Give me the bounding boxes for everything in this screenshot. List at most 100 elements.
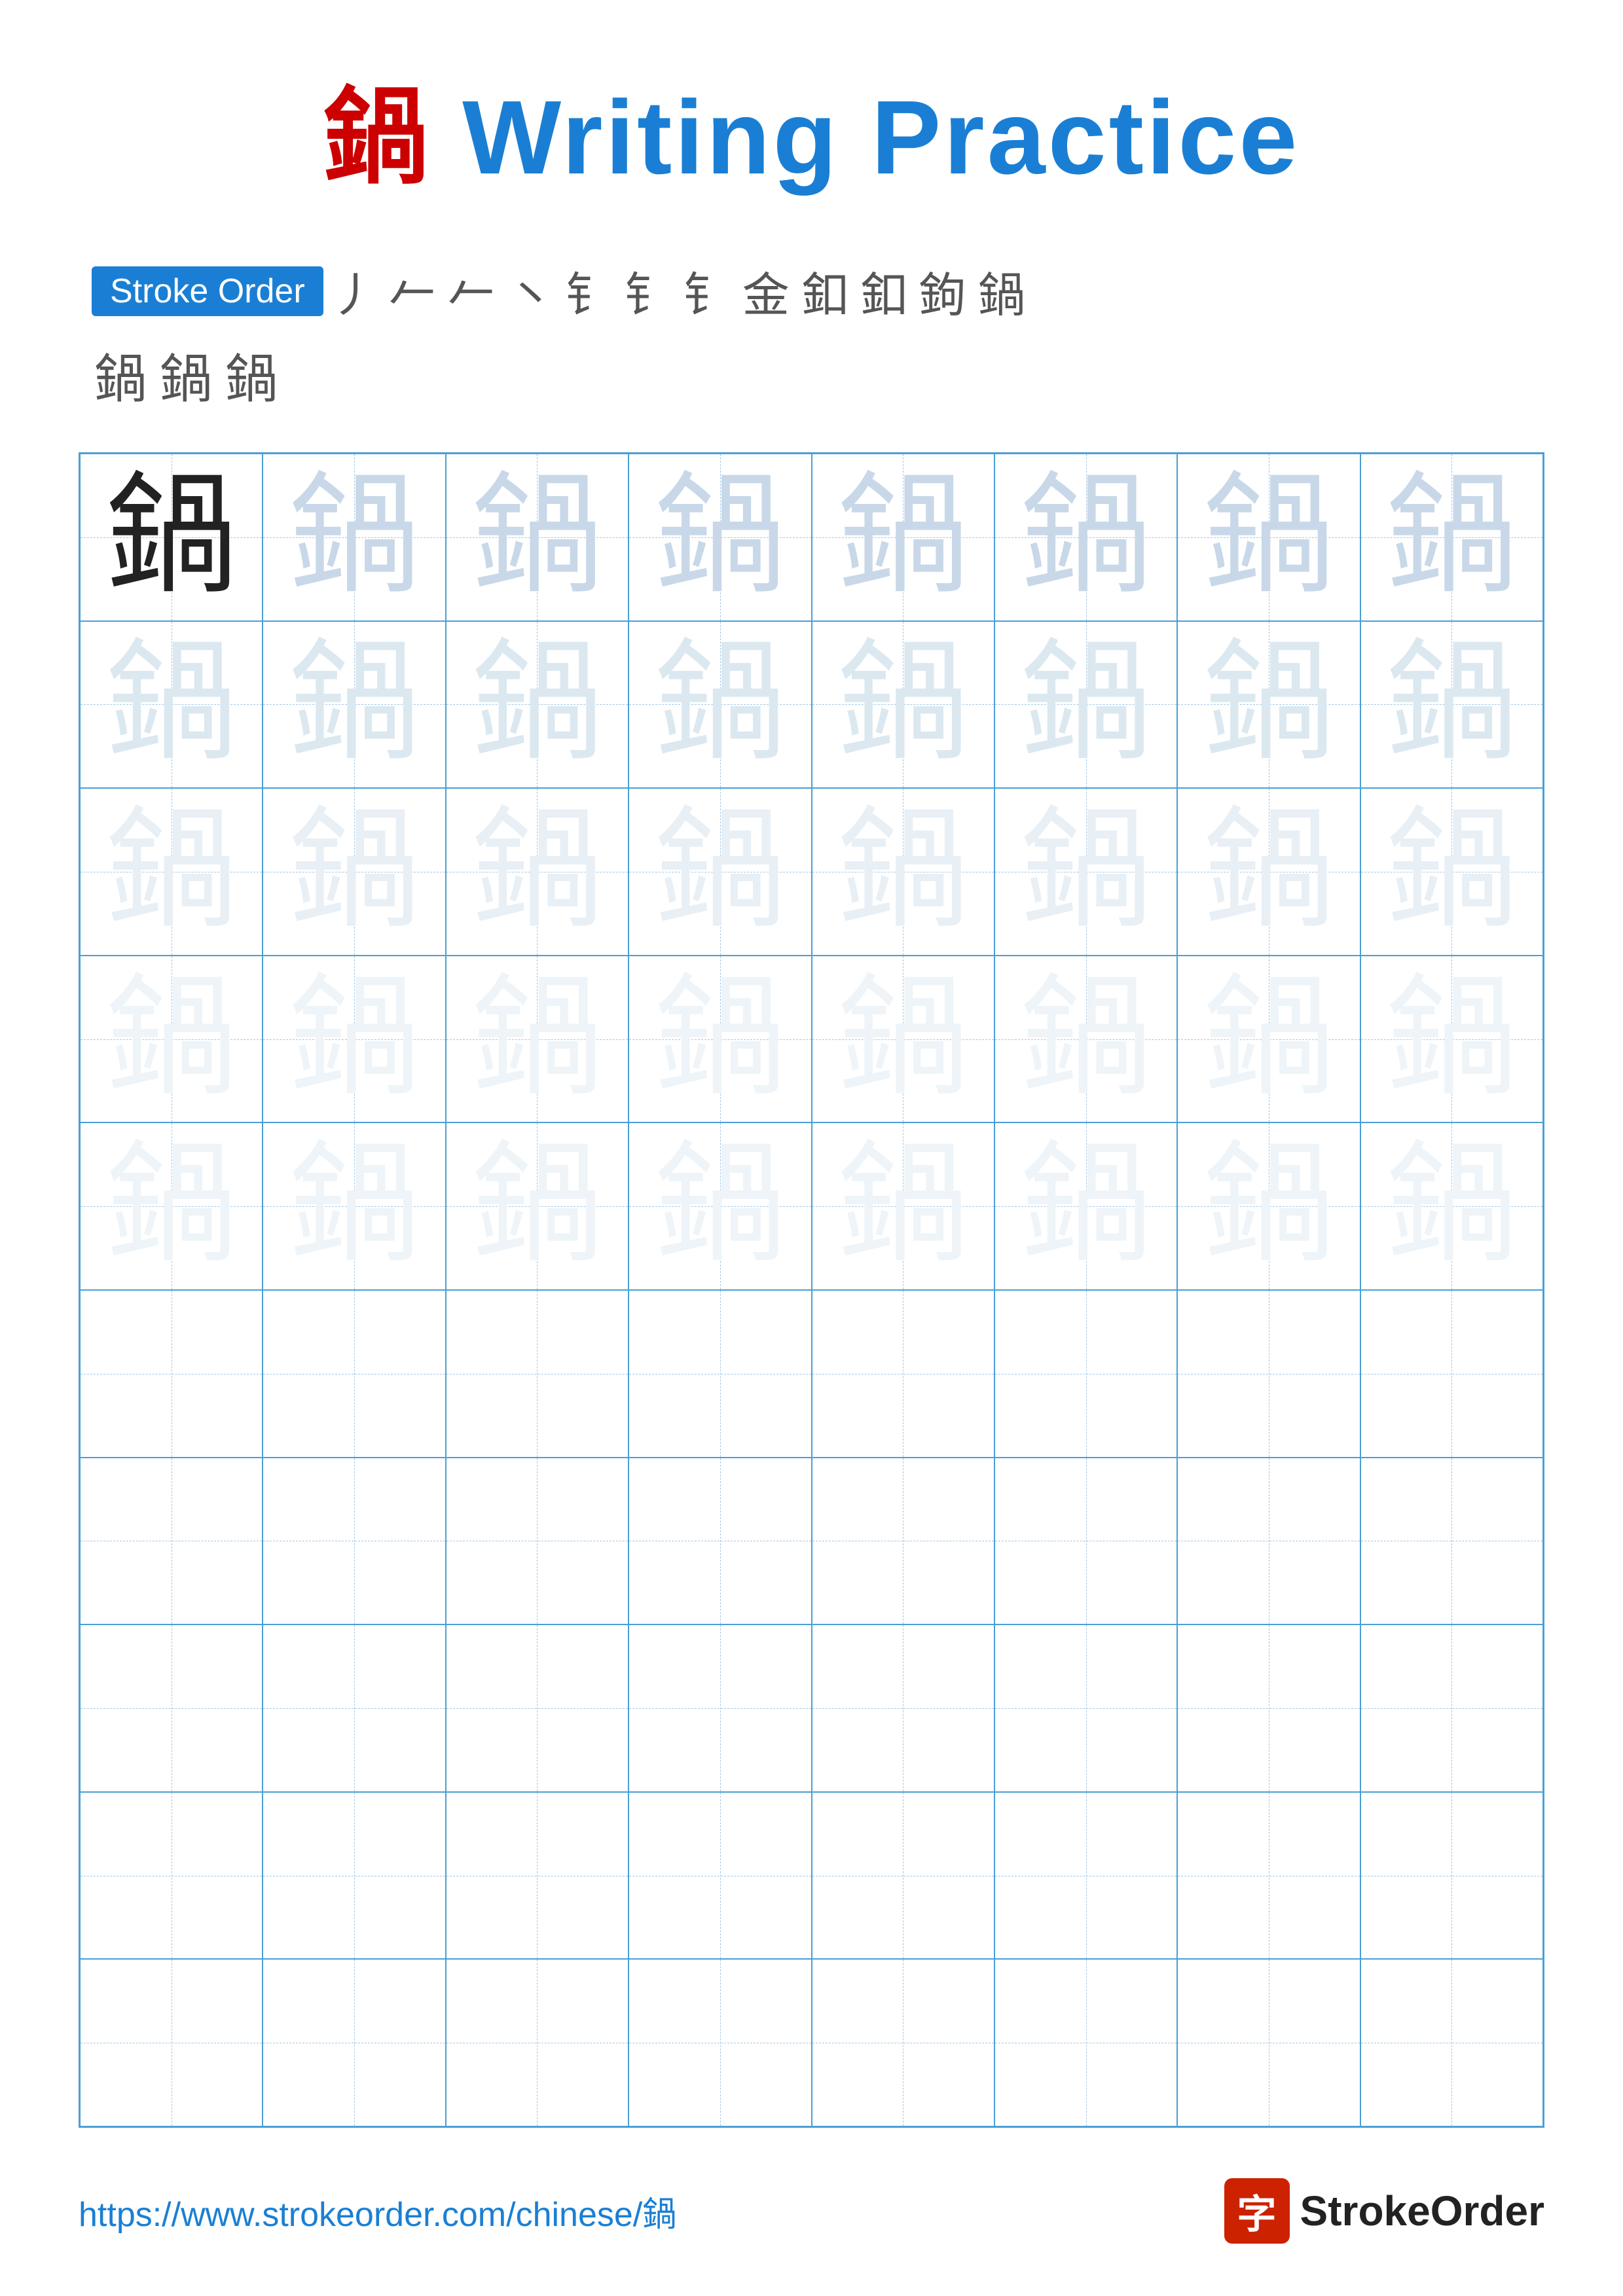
stroke-chars: 丿 𠂉 𠂉 ㇔ 钅 钅 钅 金 釦 釦 鉤 鍋 — [330, 257, 1025, 325]
grid-cell[interactable]: 鍋 — [1177, 621, 1360, 789]
grid-char: 鍋 — [1203, 1141, 1334, 1272]
grid-cell[interactable] — [446, 1792, 629, 1960]
grid-cell[interactable]: 鍋 — [1360, 956, 1543, 1123]
grid-cell[interactable]: 鍋 — [1360, 788, 1543, 956]
grid-cell[interactable] — [80, 1959, 263, 2126]
grid-cell[interactable]: 鍋 — [80, 454, 263, 621]
grid-cell[interactable]: 鍋 — [629, 788, 811, 956]
grid-cell[interactable]: 鍋 — [994, 1122, 1177, 1290]
grid-cell[interactable] — [994, 1792, 1177, 1960]
grid-char: 鍋 — [471, 974, 602, 1105]
grid-char: 鍋 — [655, 1141, 786, 1272]
grid-cell[interactable]: 鍋 — [80, 621, 263, 789]
grid-cell[interactable] — [263, 1290, 445, 1458]
grid-cell[interactable]: 鍋 — [812, 454, 994, 621]
grid-cell[interactable] — [812, 1458, 994, 1625]
stroke-row2-2: 鍋 — [160, 337, 212, 413]
grid-cell[interactable] — [812, 1792, 994, 1960]
grid-cell[interactable]: 鍋 — [994, 454, 1177, 621]
grid-cell[interactable] — [629, 1959, 811, 2126]
grid-char: 鍋 — [655, 472, 786, 603]
grid-cell[interactable]: 鍋 — [263, 788, 445, 956]
grid-cell[interactable]: 鍋 — [812, 621, 994, 789]
grid-cell[interactable] — [263, 1792, 445, 1960]
grid-cell[interactable] — [1360, 1290, 1543, 1458]
grid-cell[interactable]: 鍋 — [446, 1122, 629, 1290]
grid-cell[interactable] — [446, 1458, 629, 1625]
grid-cell[interactable] — [1360, 1959, 1543, 2126]
grid-cell[interactable]: 鍋 — [812, 788, 994, 956]
grid-cell[interactable] — [80, 1290, 263, 1458]
grid-cell[interactable]: 鍋 — [263, 454, 445, 621]
grid-cell[interactable] — [1360, 1624, 1543, 1792]
grid-cell[interactable] — [629, 1624, 811, 1792]
grid-cell[interactable] — [1360, 1458, 1543, 1625]
grid-cell[interactable]: 鍋 — [446, 621, 629, 789]
grid-cell[interactable]: 鍋 — [629, 956, 811, 1123]
grid-cell[interactable]: 鍋 — [1360, 1122, 1543, 1290]
grid-cell[interactable] — [812, 1290, 994, 1458]
grid-cell[interactable] — [1177, 1959, 1360, 2126]
grid-cell[interactable]: 鍋 — [263, 1122, 445, 1290]
grid-char: 鍋 — [1386, 806, 1517, 937]
grid-cell[interactable] — [629, 1290, 811, 1458]
grid-cell[interactable]: 鍋 — [629, 454, 811, 621]
logo-text: StrokeOrder — [1300, 2187, 1544, 2235]
grid-cell[interactable]: 鍋 — [446, 956, 629, 1123]
grid-cell[interactable] — [994, 1458, 1177, 1625]
grid-cell[interactable]: 鍋 — [994, 956, 1177, 1123]
grid-cell[interactable]: 鍋 — [263, 621, 445, 789]
stroke-9: 釦 — [801, 257, 848, 325]
grid-cell[interactable]: 鍋 — [263, 956, 445, 1123]
grid-cell[interactable] — [994, 1959, 1177, 2126]
stroke-4: ㇔ — [507, 257, 554, 325]
grid-cell[interactable]: 鍋 — [80, 1122, 263, 1290]
grid-cell[interactable]: 鍋 — [1360, 621, 1543, 789]
grid-cell[interactable]: 鍋 — [812, 1122, 994, 1290]
grid-cell[interactable]: 鍋 — [1177, 956, 1360, 1123]
grid-cell[interactable] — [629, 1792, 811, 1960]
grid-cell[interactable] — [812, 1624, 994, 1792]
grid-cell[interactable] — [1177, 1458, 1360, 1625]
grid-cell[interactable]: 鍋 — [446, 454, 629, 621]
grid-cell[interactable] — [80, 1792, 263, 1960]
grid-cell[interactable]: 鍋 — [1177, 1122, 1360, 1290]
grid-cell[interactable]: 鍋 — [994, 621, 1177, 789]
grid-cell[interactable] — [1360, 1792, 1543, 1960]
grid-cell[interactable]: 鍋 — [629, 1122, 811, 1290]
grid-cell[interactable] — [446, 1959, 629, 2126]
grid-cell[interactable] — [629, 1458, 811, 1625]
grid-cell[interactable] — [812, 1959, 994, 2126]
grid-cell[interactable] — [263, 1959, 445, 2126]
grid-cell[interactable] — [1177, 1290, 1360, 1458]
grid-cell[interactable] — [80, 1624, 263, 1792]
grid-char: 鍋 — [289, 472, 420, 603]
grid-char: 鍋 — [106, 1141, 237, 1272]
grid-cell[interactable]: 鍋 — [812, 956, 994, 1123]
grid-cell[interactable] — [1177, 1624, 1360, 1792]
grid-cell[interactable]: 鍋 — [446, 788, 629, 956]
grid-cell[interactable]: 鍋 — [1360, 454, 1543, 621]
grid-char: 鍋 — [1203, 472, 1334, 603]
grid-cell[interactable]: 鍋 — [1177, 454, 1360, 621]
grid-cell[interactable] — [446, 1624, 629, 1792]
grid-cell[interactable]: 鍋 — [80, 788, 263, 956]
grid-char: 鍋 — [1021, 472, 1152, 603]
grid-char: 鍋 — [837, 1141, 968, 1272]
grid-cell[interactable] — [994, 1624, 1177, 1792]
grid-cell[interactable]: 鍋 — [629, 621, 811, 789]
stroke-10: 釦 — [860, 257, 907, 325]
grid-char: 鍋 — [837, 974, 968, 1105]
grid-cell[interactable] — [994, 1290, 1177, 1458]
grid-cell[interactable] — [263, 1624, 445, 1792]
grid-char: 鍋 — [655, 639, 786, 770]
grid-cell[interactable]: 鍋 — [994, 788, 1177, 956]
grid-cell[interactable] — [263, 1458, 445, 1625]
grid-cell[interactable] — [1177, 1792, 1360, 1960]
grid-cell[interactable] — [446, 1290, 629, 1458]
grid-char: 鍋 — [471, 472, 602, 603]
grid-cell[interactable]: 鍋 — [80, 956, 263, 1123]
grid-cell[interactable]: 鍋 — [1177, 788, 1360, 956]
grid-char: 鍋 — [1021, 806, 1152, 937]
grid-cell[interactable] — [80, 1458, 263, 1625]
